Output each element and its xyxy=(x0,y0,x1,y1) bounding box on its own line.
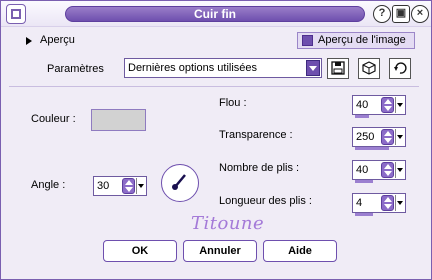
chevron-down-icon[interactable] xyxy=(306,60,320,76)
dialog-window: Cuir fin ? ▣ × Aperçu Aperçu de l'image … xyxy=(0,0,432,280)
system-menu-button[interactable] xyxy=(6,4,26,24)
angle-stepper[interactable] xyxy=(122,178,135,194)
transparency-slider[interactable] xyxy=(355,147,389,150)
fold-count-spinbox[interactable]: 40 xyxy=(352,160,406,183)
fold-length-dropdown[interactable] xyxy=(395,195,404,211)
window-icon xyxy=(11,9,21,19)
preview-toggle-label[interactable]: Aperçu xyxy=(40,34,75,46)
cancel-button[interactable]: Annuler xyxy=(183,240,257,262)
monitor-icon[interactable]: ▣ xyxy=(392,5,410,23)
parameters-label: Paramètres xyxy=(47,63,104,75)
fold-length-label: Longueur des plis : xyxy=(219,195,312,207)
angle-dial-needle xyxy=(172,174,186,190)
angle-dial[interactable] xyxy=(161,164,199,202)
save-preset-button[interactable] xyxy=(327,58,349,79)
fold-count-slider[interactable] xyxy=(355,180,373,183)
image-preview-label: Aperçu de l'image xyxy=(318,34,406,46)
transparency-label: Transparence : xyxy=(219,129,293,141)
fold-count-stepper[interactable] xyxy=(381,162,394,178)
blur-stepper[interactable] xyxy=(381,97,394,113)
watermark-signature: Titoune xyxy=(191,213,265,234)
fold-count-value: 40 xyxy=(356,164,369,176)
transparency-spinbox[interactable]: 250 xyxy=(352,127,406,150)
fold-count-dropdown[interactable] xyxy=(395,162,404,178)
randomize-button[interactable] xyxy=(358,58,380,79)
fold-count-label: Nombre de plis : xyxy=(219,162,300,174)
help-button[interactable]: Aide xyxy=(263,240,337,262)
angle-label: Angle : xyxy=(31,179,66,191)
close-icon[interactable]: × xyxy=(411,5,429,23)
transparency-value: 250 xyxy=(356,131,375,143)
window-title: Cuir fin xyxy=(65,6,365,22)
blur-dropdown[interactable] xyxy=(395,97,404,113)
transparency-stepper[interactable] xyxy=(381,129,394,145)
image-preview-toggle[interactable]: Aperçu de l'image xyxy=(297,32,415,49)
blur-label: Flou : xyxy=(219,97,247,109)
image-preview-checkbox[interactable] xyxy=(302,35,313,46)
fold-length-spinbox[interactable]: 4 xyxy=(352,193,406,216)
parameters-select-value: Dernières options utilisées xyxy=(128,62,258,74)
ok-button[interactable]: OK xyxy=(103,240,177,262)
save-icon xyxy=(331,61,345,75)
fold-length-stepper[interactable] xyxy=(381,195,394,211)
cube-icon xyxy=(362,61,376,75)
reset-button[interactable] xyxy=(389,58,411,79)
color-label: Couleur : xyxy=(31,113,76,125)
blur-value: 40 xyxy=(356,99,369,111)
transparency-dropdown[interactable] xyxy=(395,129,404,145)
angle-value: 30 xyxy=(97,180,110,192)
title-bar: Cuir fin ? ▣ × xyxy=(1,1,431,27)
blur-spinbox[interactable]: 40 xyxy=(352,95,406,118)
expand-preview-icon[interactable] xyxy=(26,37,32,45)
angle-spinbox[interactable]: 30 xyxy=(93,176,147,196)
fold-length-slider[interactable] xyxy=(355,213,373,216)
color-swatch[interactable] xyxy=(91,109,146,131)
angle-dropdown[interactable] xyxy=(136,178,145,194)
fold-length-value: 4 xyxy=(356,197,363,209)
help-icon[interactable]: ? xyxy=(373,5,391,23)
parameters-select[interactable]: Dernières options utilisées xyxy=(124,58,322,78)
reset-icon xyxy=(394,62,407,74)
blur-slider[interactable] xyxy=(355,115,369,118)
